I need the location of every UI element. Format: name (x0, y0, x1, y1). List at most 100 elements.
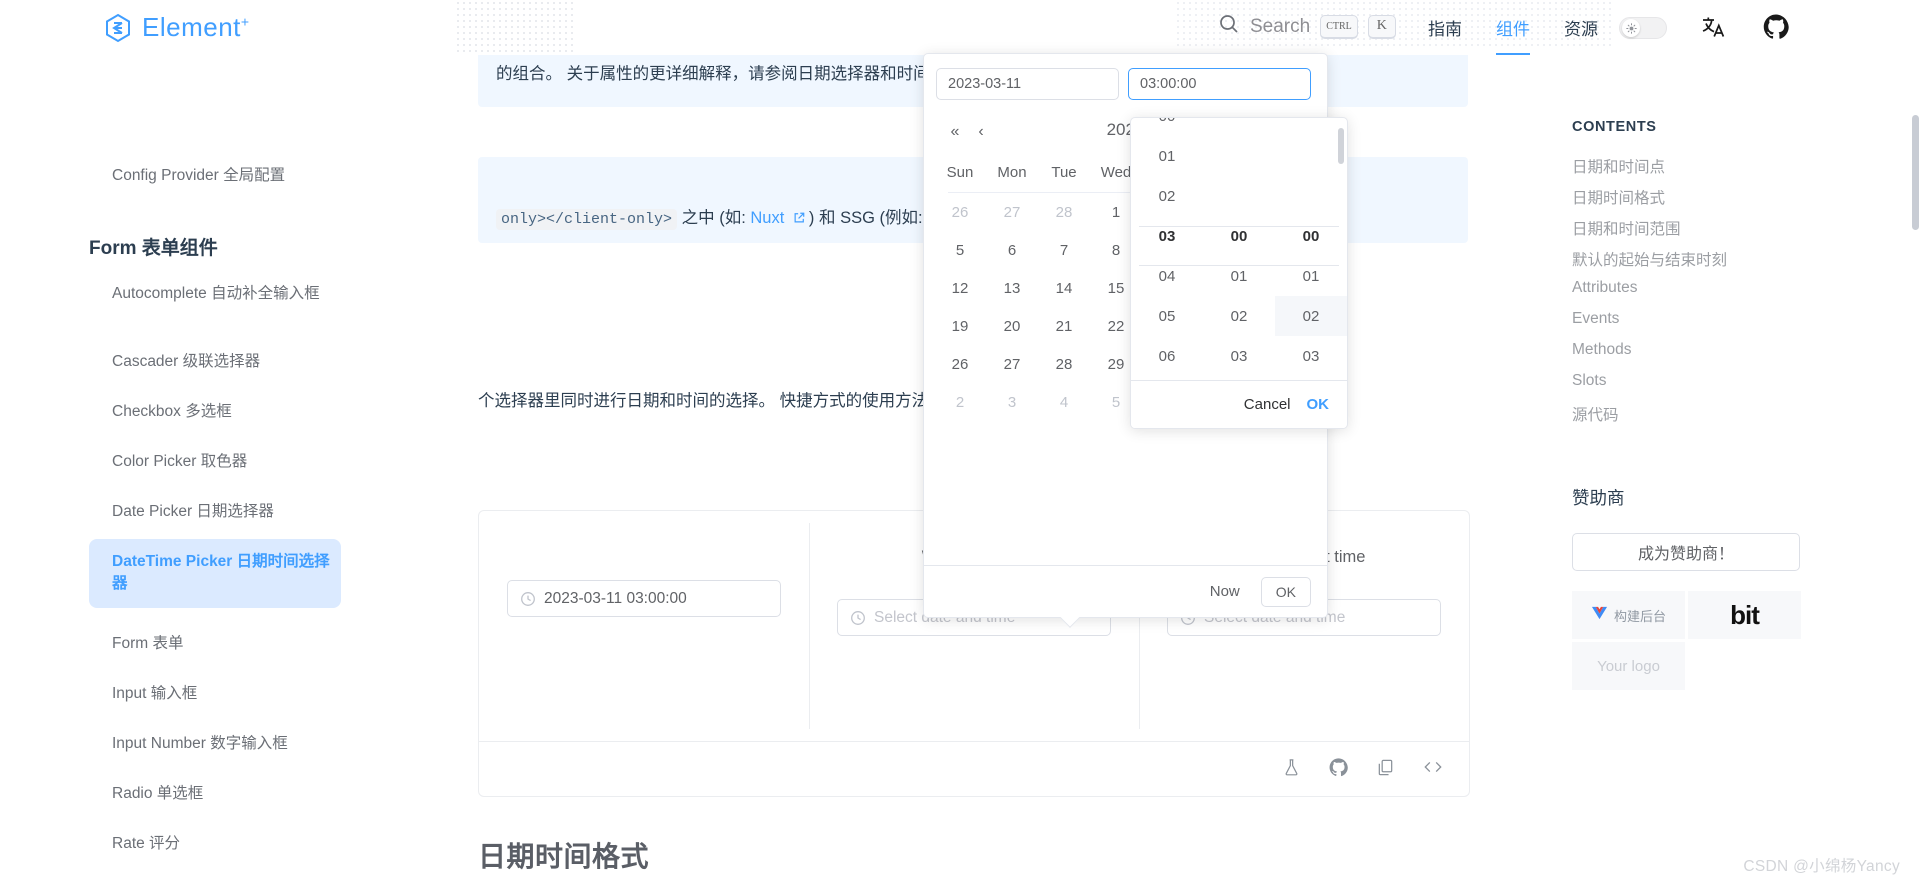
calendar-day[interactable]: 27 (986, 345, 1038, 383)
toc-item-events[interactable]: Events (1572, 310, 1619, 328)
calendar-day[interactable]: 12 (934, 269, 986, 307)
hour-option[interactable]: 02 (1131, 176, 1203, 216)
sidebar-item-date-picker[interactable]: Date Picker 日期选择器 (112, 501, 352, 523)
toc-item-datetime-range[interactable]: 日期和时间范围 (1572, 217, 1681, 239)
calendar-day[interactable]: 6 (986, 231, 1038, 269)
hour-option[interactable]: 04 (1131, 256, 1203, 296)
toc-item-datetime-format[interactable]: 日期时间格式 (1572, 186, 1665, 208)
toc-item-attributes[interactable]: Attributes (1572, 279, 1637, 297)
minute-option[interactable]: 02 (1203, 296, 1275, 336)
picker-date-input[interactable]: 2023-03-11 (936, 68, 1119, 100)
toc-item-datetime-point[interactable]: 日期和时间点 (1572, 155, 1665, 177)
nav-item-resources[interactable]: 资源 (1564, 0, 1598, 55)
second-option-hovered[interactable]: 02 (1275, 296, 1347, 336)
logo-plus-sign: + (240, 13, 250, 30)
calendar-day[interactable]: 26 (934, 345, 986, 383)
theme-toggle[interactable] (1619, 17, 1667, 39)
picker-footer: Now OK (924, 565, 1327, 617)
page-scrollbar-track[interactable] (1911, 55, 1920, 892)
calendar-day[interactable]: 2 (934, 383, 986, 421)
now-button[interactable]: Now (1203, 578, 1247, 605)
hour-option[interactable]: 05 (1131, 296, 1203, 336)
hour-option[interactable]: 01 (1131, 136, 1203, 176)
sidebar-item-autocomplete[interactable]: Autocomplete 自动补全输入框 (112, 283, 327, 305)
right-sidebar: CONTENTS 日期和时间点 日期时间格式 日期和时间范围 默认的起始与结束时… (1490, 55, 1920, 892)
prev-month-icon[interactable]: ‹ (968, 123, 994, 141)
hour-option-selected[interactable]: 03 (1131, 216, 1203, 256)
code-icon[interactable] (1423, 757, 1443, 782)
toc-item-default-time[interactable]: 默认的起始与结束时刻 (1572, 248, 1727, 270)
hour-option[interactable]: 06 (1131, 336, 1203, 373)
calendar-day[interactable]: 14 (1038, 269, 1090, 307)
calendar-day[interactable]: 28 (1038, 193, 1090, 231)
calendar-day[interactable]: 4 (1038, 383, 1090, 421)
github-icon[interactable] (1329, 757, 1348, 782)
second-option-selected[interactable]: 00 (1275, 216, 1347, 256)
second-scrollbar[interactable] (1338, 128, 1344, 164)
prev-year-icon[interactable]: « (942, 123, 968, 141)
nav-item-components[interactable]: 组件 (1496, 0, 1530, 55)
picker-time-input[interactable]: 03:00:00 (1128, 68, 1311, 100)
sidebar-item-form[interactable]: Form 表单 (112, 633, 352, 655)
page-scrollbar-thumb[interactable] (1912, 115, 1919, 230)
sidebar-item-rate[interactable]: Rate 评分 (112, 833, 352, 855)
link-nuxt[interactable]: Nuxt (750, 209, 784, 227)
search-trigger[interactable]: Search CTRL K (1218, 13, 1396, 40)
kbd-k: K (1367, 14, 1396, 39)
sidebar-item-cascader[interactable]: Cascader 级联选择器 (112, 351, 352, 373)
calendar-day[interactable]: 21 (1038, 307, 1090, 345)
sidebar-item-input[interactable]: Input 输入框 (112, 683, 352, 705)
sidebar-item-input-number[interactable]: Input Number 数字输入框 (112, 733, 352, 755)
confirm-ok-button[interactable]: OK (1260, 576, 1311, 607)
github-icon[interactable] (1763, 14, 1789, 45)
logo-wordmark: Element (142, 12, 241, 42)
toc-item-slots[interactable]: Slots (1572, 372, 1606, 390)
search-icon (1218, 13, 1240, 40)
minute-option[interactable] (1203, 176, 1275, 216)
sidebar-item-radio[interactable]: Radio 单选框 (112, 783, 352, 805)
become-sponsor-button[interactable]: 成为赞助商！ (1572, 533, 1800, 571)
calendar-day[interactable]: 7 (1038, 231, 1090, 269)
calendar-day[interactable]: 13 (986, 269, 1038, 307)
second-option[interactable]: 03 (1275, 336, 1347, 373)
datetime-input-default[interactable]: 2023-03-11 03:00:00 (507, 580, 781, 617)
toc-item-methods[interactable]: Methods (1572, 341, 1631, 359)
sidebar-item-checkbox[interactable]: Checkbox 多选框 (112, 401, 352, 423)
calendar-day[interactable]: 28 (1038, 345, 1090, 383)
hour-option[interactable]: 00 (1131, 118, 1203, 136)
calendar-day[interactable]: 19 (934, 307, 986, 345)
minute-option[interactable] (1203, 136, 1275, 176)
sidebar-item-config-provider[interactable]: Config Provider 全局配置 (112, 165, 352, 187)
translate-icon[interactable] (1700, 14, 1726, 45)
calendar-day[interactable]: 27 (986, 193, 1038, 231)
element-plus-logo-icon (103, 13, 133, 43)
flask-icon[interactable] (1282, 758, 1301, 782)
second-option[interactable] (1275, 176, 1347, 216)
sponsor-bit[interactable]: bit (1688, 591, 1801, 639)
calendar-day[interactable]: 26 (934, 193, 986, 231)
sidebar-item-color-picker[interactable]: Color Picker 取色器 (112, 451, 352, 473)
calendar-day[interactable]: 5 (934, 231, 986, 269)
sidebar-item-datetime-picker[interactable]: DateTime Picker 日期时间选择器 (89, 539, 341, 608)
second-option[interactable]: 01 (1275, 256, 1347, 296)
sponsor-vform[interactable]: 构建后台 (1572, 591, 1685, 639)
second-option[interactable] (1275, 136, 1347, 176)
nav-item-guide[interactable]: 指南 (1428, 0, 1462, 55)
minute-option[interactable] (1203, 118, 1275, 136)
time-cancel-button[interactable]: Cancel (1244, 396, 1291, 413)
minute-option-selected[interactable]: 00 (1203, 216, 1275, 256)
minute-column[interactable]: 00 01 02 03 (1203, 118, 1275, 373)
time-ok-button[interactable]: OK (1307, 396, 1330, 413)
second-option[interactable] (1275, 118, 1347, 136)
calendar-day[interactable]: 20 (986, 307, 1038, 345)
hour-column[interactable]: 00 01 02 03 04 05 06 (1131, 118, 1203, 373)
calendar-day[interactable]: 3 (986, 383, 1038, 421)
weekday-mon: Mon (997, 163, 1027, 181)
minute-option[interactable]: 01 (1203, 256, 1275, 296)
second-column[interactable]: 00 01 02 03 (1275, 118, 1347, 373)
site-logo[interactable]: Element+ (103, 12, 250, 43)
sponsor-your-logo[interactable]: Your logo (1572, 642, 1685, 690)
copy-icon[interactable] (1376, 758, 1395, 782)
minute-option[interactable]: 03 (1203, 336, 1275, 373)
toc-item-source[interactable]: 源代码 (1572, 403, 1619, 425)
